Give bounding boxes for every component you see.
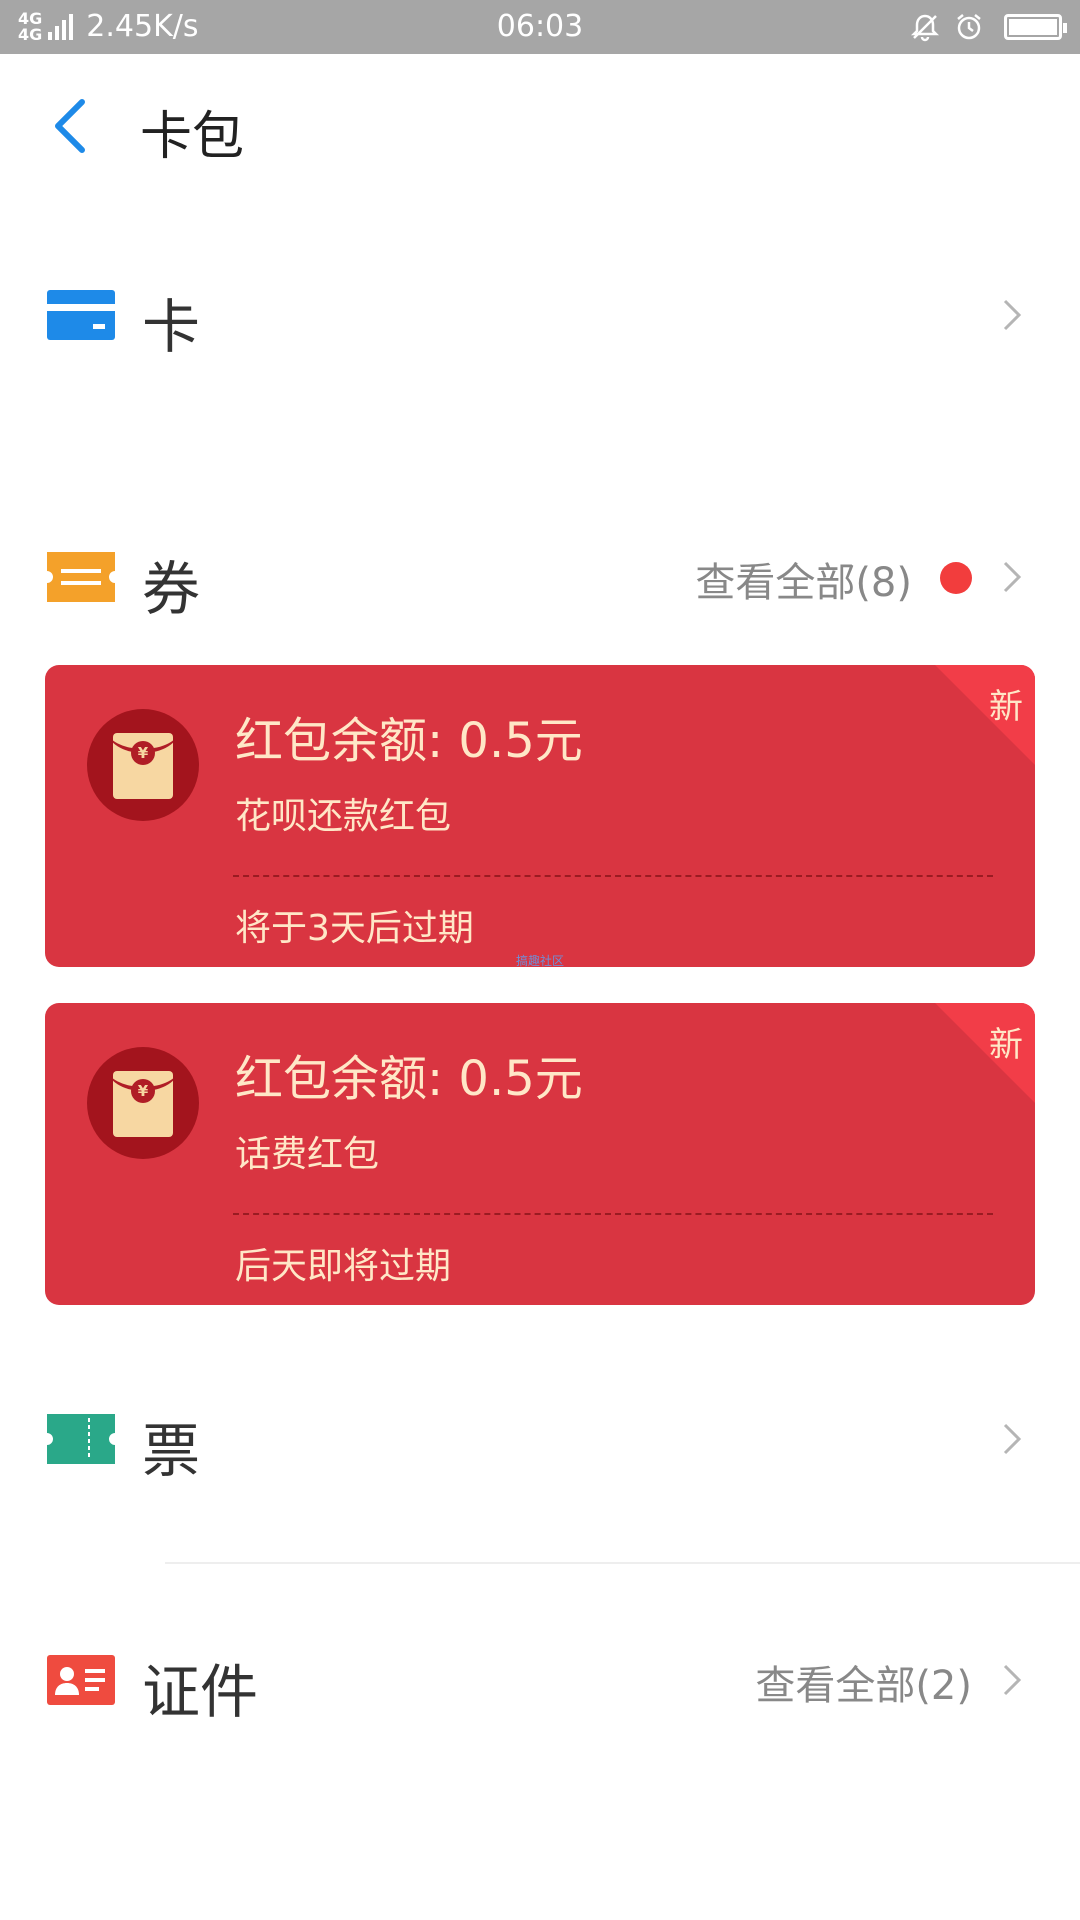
alarm-icon	[954, 12, 984, 42]
app-header: 卡包	[0, 54, 1080, 196]
status-right	[896, 0, 1067, 54]
coupon-name: 话费红包	[235, 1134, 380, 1175]
watermark: 搞趣社区	[515, 954, 564, 968]
ticket-icon	[47, 1414, 115, 1464]
ids-label: 证件	[142, 1658, 259, 1726]
coupons-row[interactable]: 券 查看全部(8)	[0, 522, 1080, 642]
mute-bell-icon	[910, 12, 940, 42]
dashed-divider	[233, 875, 993, 877]
chevron-right-icon	[1002, 1663, 1022, 1697]
cards-label: 卡	[142, 293, 201, 361]
tickets-label: 票	[142, 1417, 201, 1485]
red-packet-card-2[interactable]: 新 ¥ 红包余额: 0.5元 话费红包 后天即将过期	[45, 1003, 1035, 1305]
chevron-left-icon	[55, 99, 85, 153]
id-card-icon	[47, 1655, 115, 1705]
chevron-right-icon	[1002, 298, 1022, 332]
new-indicator-dot	[940, 562, 972, 594]
coupon-expiry: 将于3天后过期	[235, 908, 474, 949]
red-packet-card-1[interactable]: 新 ¥ 红包余额: 0.5元 花呗还款红包 将于3天后过期	[45, 665, 1035, 967]
ids-view-all[interactable]: 查看全部(2)	[755, 1653, 972, 1711]
chevron-right-icon	[1002, 560, 1022, 594]
coupon-amount: 红包余额: 0.5元	[235, 713, 583, 769]
dashed-divider	[233, 1213, 993, 1215]
new-badge: 新	[989, 1025, 1023, 1065]
battery-icon	[1004, 14, 1067, 40]
section-divider	[165, 1562, 1080, 1564]
bank-card-icon	[47, 290, 115, 340]
ids-row[interactable]: 证件 查看全部(2)	[0, 1625, 1080, 1745]
back-button[interactable]	[46, 96, 96, 156]
coupon-name: 花呗还款红包	[235, 796, 452, 837]
coupons-view-all[interactable]: 查看全部(8)	[695, 550, 912, 608]
coupon-icon	[47, 552, 115, 602]
coupon-expiry: 后天即将过期	[235, 1246, 452, 1287]
new-badge: 新	[989, 687, 1023, 727]
red-envelope-icon: ¥	[87, 1047, 199, 1159]
page-title: 卡包	[140, 107, 245, 167]
tickets-row[interactable]: 票	[0, 1384, 1080, 1504]
coupon-amount: 红包余额: 0.5元	[235, 1051, 583, 1107]
cards-row[interactable]: 卡	[0, 260, 1080, 380]
red-envelope-icon: ¥	[87, 709, 199, 821]
chevron-right-icon	[1002, 1422, 1022, 1456]
coupons-label: 券	[142, 555, 201, 623]
status-bar: 4G 4G 2.45K/s 06:03	[0, 0, 1080, 54]
